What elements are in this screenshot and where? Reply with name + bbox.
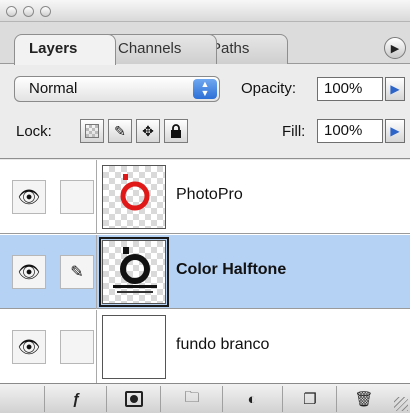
minimize-window-icon[interactable] (23, 6, 34, 17)
mask-circle-icon (130, 395, 138, 403)
resize-grip[interactable] (394, 397, 408, 411)
lock-label: Lock: (16, 123, 52, 140)
layers-list: 👁 PhotoPro 👁 ✎ Color Halftone 👁 fundo br… (0, 160, 410, 384)
lock-all-button[interactable] (164, 119, 188, 143)
layer-brush-indicator[interactable]: ✎ (60, 255, 94, 289)
delete-layer-icon: 🗑 (354, 391, 374, 408)
layer-thumbnail[interactable] (102, 165, 166, 229)
blend-mode-select[interactable]: Normal ▲ ▼ (14, 76, 220, 102)
lock-image-pixels-icon: ✎ (114, 122, 126, 139)
paintbrush-icon: ✎ (70, 264, 84, 281)
toolbar-divider (44, 386, 45, 412)
panel-title-bar (0, 0, 410, 22)
toolbar-divider (106, 386, 107, 412)
fill-slider-button[interactable]: ▶ (385, 119, 405, 143)
opacity-label: Opacity: (241, 80, 297, 97)
triangle-right-icon: ▶ (390, 124, 400, 138)
layer-visibility-toggle[interactable]: 👁 (12, 330, 46, 364)
tab-channels[interactable]: Channels (103, 34, 217, 64)
new-layer-set-icon: 🗀 (184, 388, 200, 406)
lock-all-icon (171, 124, 181, 138)
fill-input[interactable]: 100% (317, 119, 383, 143)
layer-name[interactable]: Color Halftone (176, 261, 286, 279)
layer-visibility-toggle[interactable]: 👁 (12, 180, 46, 214)
eye-icon: 👁 (17, 186, 41, 207)
delete-layer-button[interactable]: 🗑 (350, 388, 378, 410)
panel-tab-row: Paths Channels Layers ▶ (0, 22, 410, 65)
lock-position-icon: ✥ (142, 122, 154, 139)
add-layer-mask-button[interactable] (120, 388, 148, 410)
layer-row-color-halftone[interactable]: 👁 ✎ Color Halftone (0, 235, 410, 309)
opacity-slider-button[interactable]: ▶ (385, 77, 405, 101)
halftone-ring-thumbnail-icon (113, 247, 157, 293)
column-divider (96, 235, 97, 309)
lock-position-button[interactable]: ✥ (136, 119, 160, 143)
new-layer-set-button[interactable]: 🗀 (178, 388, 206, 410)
toolbar-divider (222, 386, 223, 412)
column-divider (96, 310, 97, 384)
close-window-icon[interactable] (6, 6, 17, 17)
lock-transparent-pixels-button[interactable] (80, 119, 104, 143)
red-ring-thumbnail-icon (120, 174, 150, 211)
layer-thumbnail[interactable] (99, 237, 169, 307)
layer-link-toggle[interactable] (60, 180, 94, 214)
triangle-right-icon: ▶ (390, 42, 400, 55)
eye-icon: 👁 (17, 336, 41, 357)
add-layer-style-button[interactable]: ƒ (62, 388, 90, 410)
new-layer-icon: ❐ (303, 391, 317, 408)
blend-mode-value: Normal (29, 80, 78, 97)
layer-options: Normal ▲ ▼ Opacity: 100% ▶ Lock: ✎ ✥ Fill… (0, 64, 410, 159)
layer-link-toggle[interactable] (60, 330, 94, 364)
new-adjustment-layer-button[interactable]: ◐ (238, 388, 266, 410)
toolbar-divider (160, 386, 161, 412)
layer-thumbnail[interactable] (102, 315, 166, 379)
opacity-input[interactable]: 100% (317, 77, 383, 101)
layer-visibility-toggle[interactable]: 👁 (12, 255, 46, 289)
add-layer-mask-icon (125, 391, 143, 407)
lock-transparent-pixels-icon (85, 124, 99, 138)
zoom-window-icon[interactable] (40, 6, 51, 17)
updown-arrows-icon: ▲ ▼ (193, 79, 217, 99)
toolbar-divider (336, 386, 337, 412)
layer-name[interactable]: fundo branco (176, 336, 269, 354)
layer-row-photopro[interactable]: 👁 PhotoPro (0, 160, 410, 234)
fill-label: Fill: (282, 123, 306, 140)
layer-name[interactable]: PhotoPro (176, 186, 243, 204)
column-divider (96, 160, 97, 234)
lock-image-pixels-button[interactable]: ✎ (108, 119, 132, 143)
tab-layers[interactable]: Layers (14, 34, 116, 65)
triangle-right-icon: ▶ (390, 82, 400, 96)
eye-icon: 👁 (17, 261, 41, 282)
new-layer-button[interactable]: ❐ (296, 388, 324, 410)
new-adjustment-layer-icon: ◐ (247, 390, 257, 408)
toolbar-divider (282, 386, 283, 412)
panel-menu-button[interactable]: ▶ (384, 37, 406, 59)
add-layer-style-icon: ƒ (71, 390, 81, 408)
layer-row-fundo-branco[interactable]: 👁 fundo branco (0, 310, 410, 384)
layers-bottom-toolbar: ƒ 🗀 ◐ ❐ 🗑 (0, 383, 410, 413)
